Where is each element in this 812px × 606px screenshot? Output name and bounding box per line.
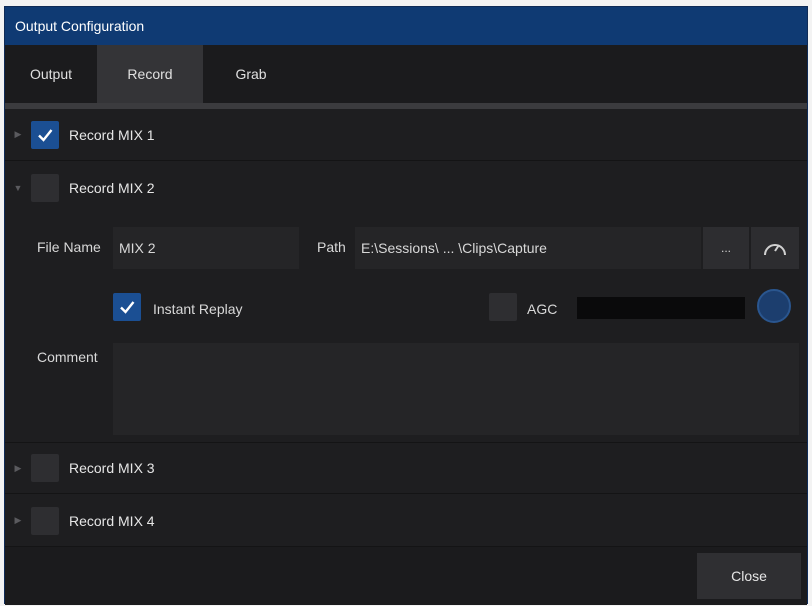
file-name-label: File Name [37,239,101,255]
tab-bar: Output Record Grab [5,45,807,103]
browse-path-button[interactable]: ... [703,227,749,269]
tab-record[interactable]: Record [97,45,203,103]
agc-checkbox[interactable] [489,293,517,321]
agc-level-slider[interactable] [577,297,745,319]
agc-label: AGC [527,301,558,317]
expand-arrow-icon[interactable]: ▶ [5,129,31,140]
record-row-mix4: ▶ Record MIX 4 [5,495,807,547]
instant-replay-checkbox[interactable] [113,293,141,321]
record-mix2-details: File Name MIX 2 Path E:\Sessions\ ... \C… [5,215,807,447]
dialog-footer: Close [5,547,807,605]
record-row-mix1: ▶ Record MIX 1 [5,109,807,161]
collapse-arrow-icon[interactable]: ▼ [5,183,31,193]
agc-knob[interactable] [757,289,791,323]
dialog-title: Output Configuration [5,7,807,45]
instant-replay-label: Instant Replay [153,301,243,317]
disk-space-gauge-button[interactable] [751,227,799,269]
path-input[interactable]: E:\Sessions\ ... \Clips\Capture [355,227,701,269]
checkmark-icon [120,301,135,314]
record-mix4-checkbox[interactable] [31,506,59,535]
record-mix2-checkbox[interactable] [31,174,59,202]
record-mix3-checkbox[interactable] [31,454,59,482]
record-row-mix3: ▶ Record MIX 3 [5,442,807,494]
path-label: Path [317,239,346,255]
record-mix2-label: Record MIX 2 [69,180,155,196]
tab-output[interactable]: Output [5,45,97,103]
expand-arrow-icon[interactable]: ▶ [5,515,31,526]
comment-label: Comment [37,349,98,365]
record-row-mix2: ▼ Record MIX 2 [5,162,807,214]
record-mix4-label: Record MIX 4 [69,512,155,529]
record-mix3-label: Record MIX 3 [69,460,155,476]
expand-arrow-icon[interactable]: ▶ [5,463,31,474]
comment-textarea[interactable] [113,343,799,435]
file-name-input[interactable]: MIX 2 [113,227,299,269]
record-mix1-checkbox[interactable] [31,120,59,149]
checkmark-icon [38,128,53,142]
record-mix1-label: Record MIX 1 [69,126,155,143]
tab-grab[interactable]: Grab [203,45,299,103]
close-button[interactable]: Close [697,553,801,599]
gauge-icon [764,244,786,256]
output-configuration-dialog: Output Configuration Output Record Grab … [4,6,808,605]
